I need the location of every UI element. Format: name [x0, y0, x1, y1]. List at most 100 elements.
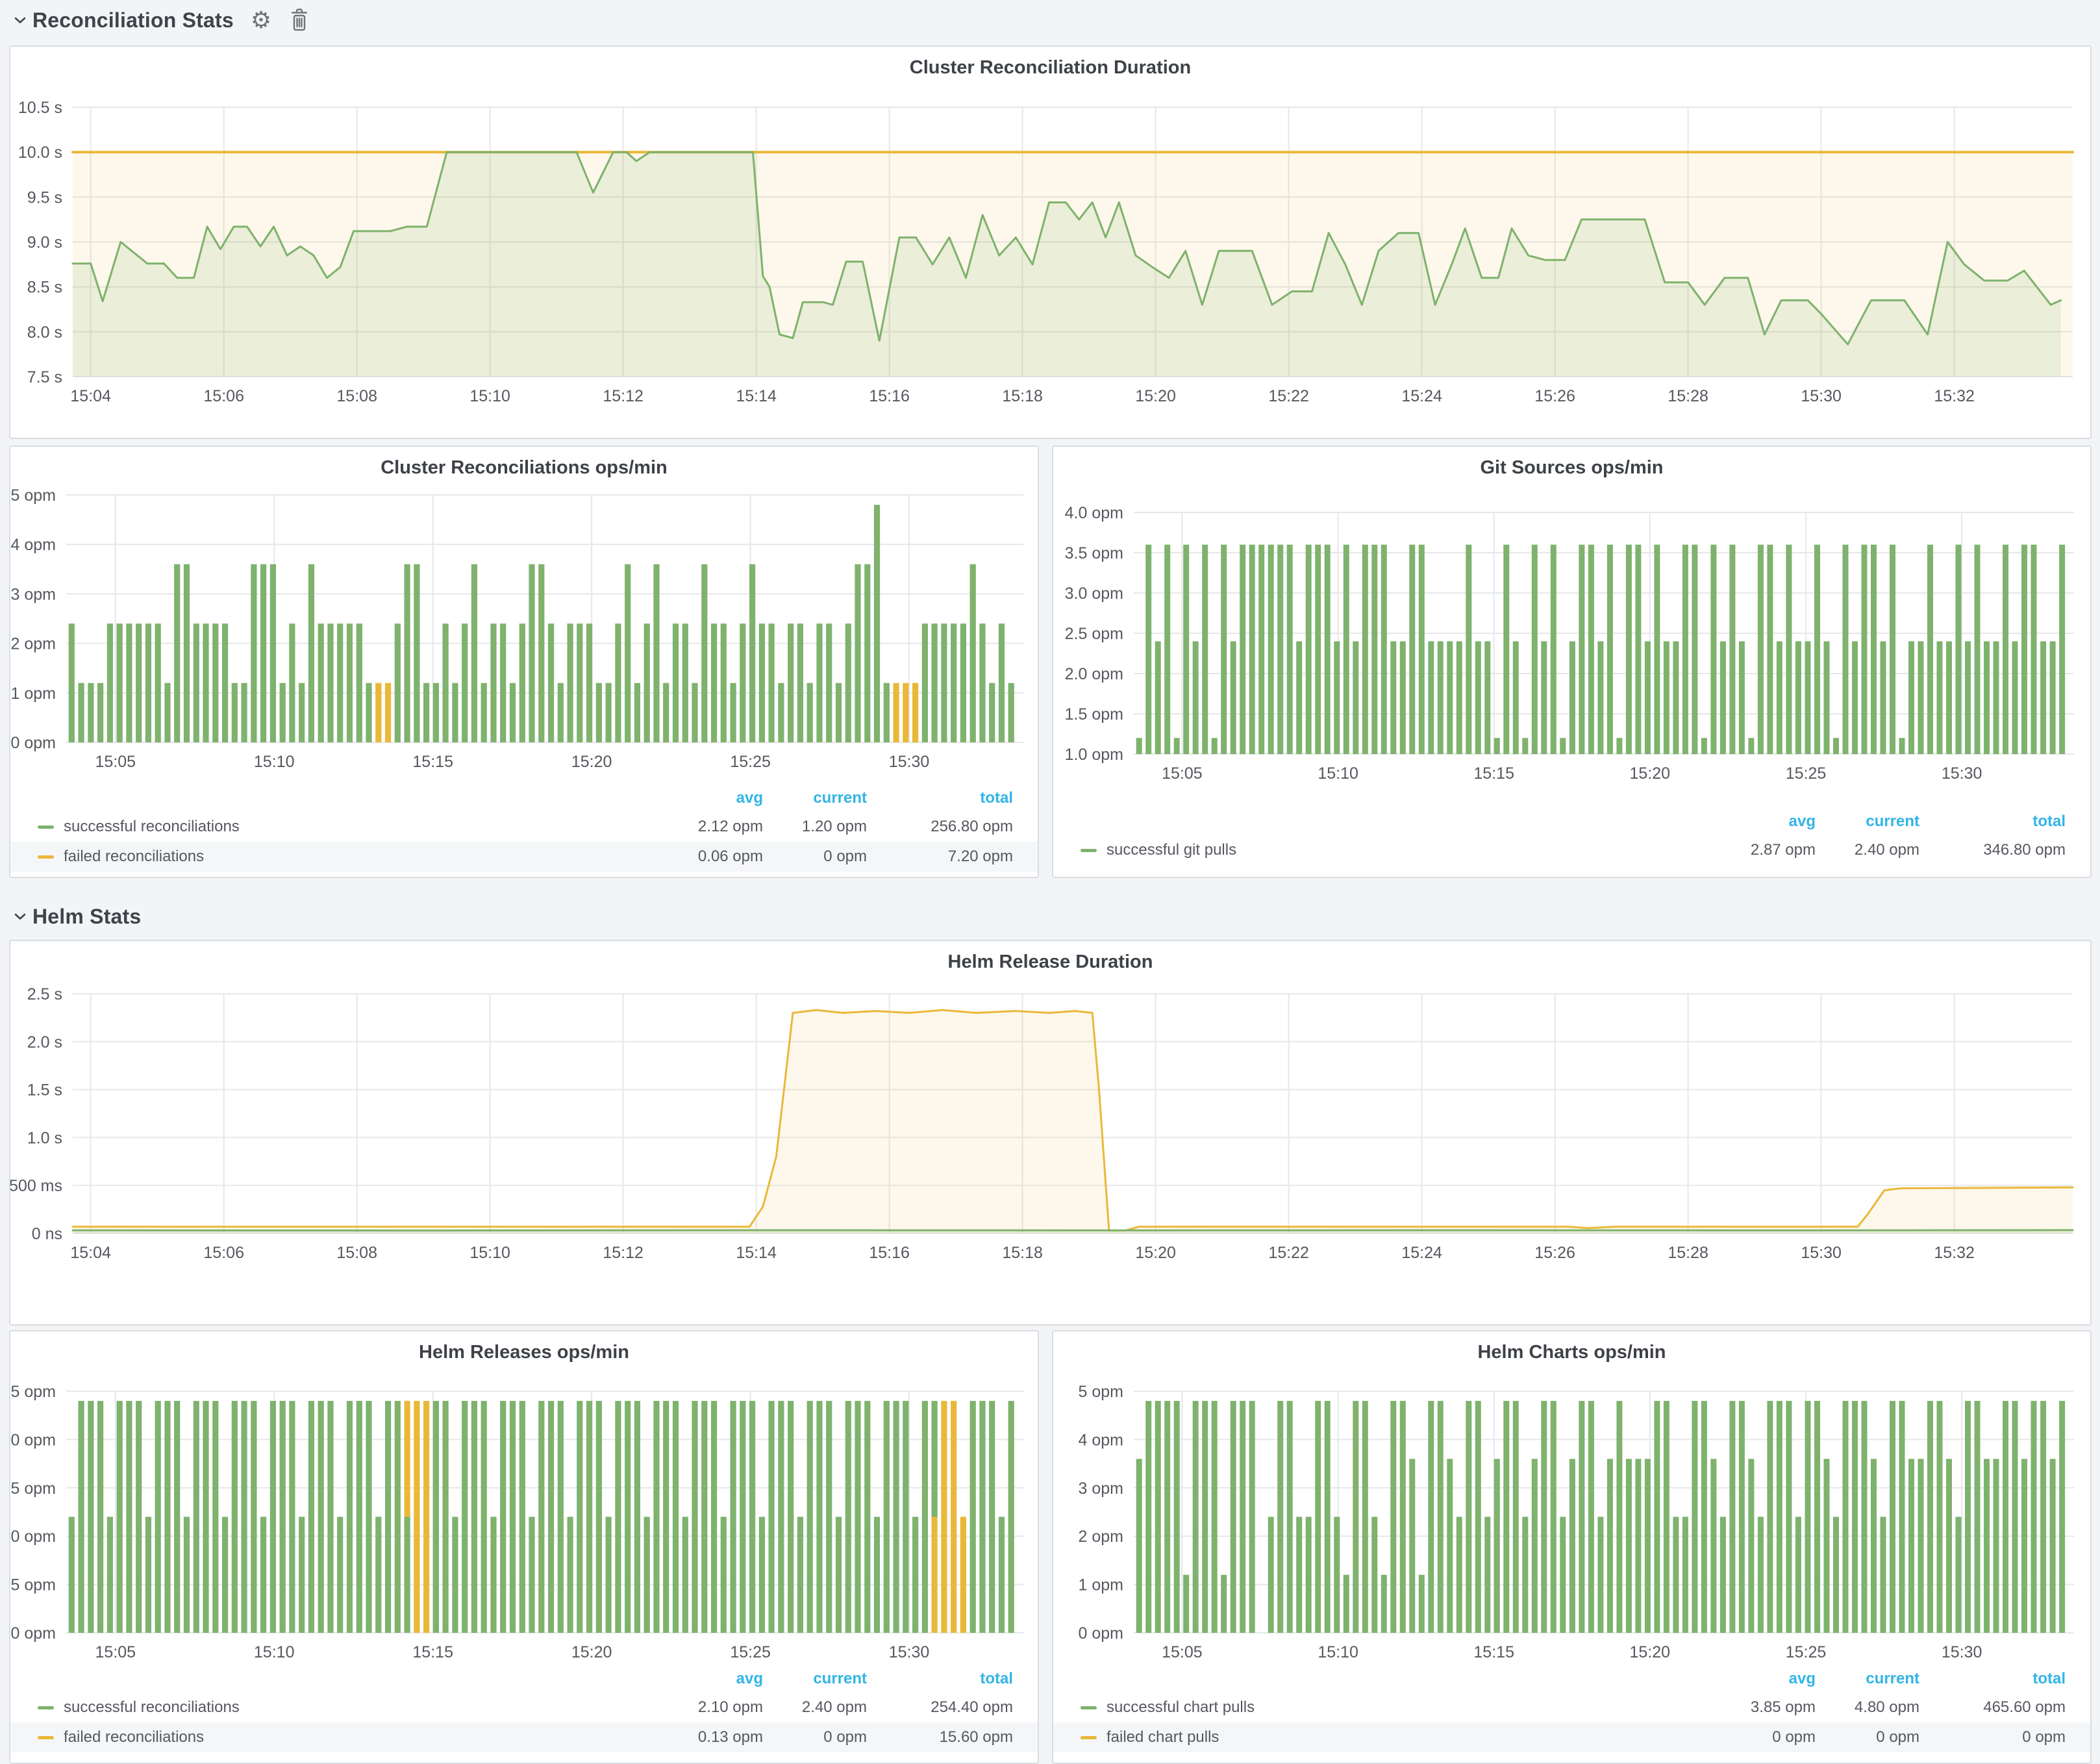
legend-header-current[interactable]: current	[1816, 1670, 1919, 1688]
panel-title[interactable]: Helm Charts ops/min	[1053, 1342, 2090, 1363]
cluster-reconciliation-duration-chart[interactable]: 10.5 s10.0 s9.5 s9.0 s8.5 s8.0 s7.5 s15:…	[10, 47, 2090, 438]
svg-text:2 opm: 2 opm	[11, 635, 56, 653]
legend-row: failed reconciliations0.13 opm0 opm15.60…	[10, 1722, 1038, 1752]
series-avg: 0.13 opm	[659, 1728, 763, 1746]
series-avg: 2.12 opm	[659, 818, 763, 836]
svg-text:15:08: 15:08	[336, 1244, 377, 1262]
svg-text:15:16: 15:16	[869, 1244, 910, 1262]
svg-text:1.5 s: 1.5 s	[27, 1081, 62, 1100]
svg-text:8.5 s: 8.5 s	[27, 279, 62, 297]
panel-title[interactable]: Helm Release Duration	[10, 951, 2090, 973]
svg-text:15:26: 15:26	[1534, 1244, 1575, 1262]
legend-header-avg[interactable]: avg	[659, 1670, 763, 1688]
legend-row: successful reconciliations2.12 opm1.20 o…	[10, 812, 1038, 842]
svg-text:15:18: 15:18	[1002, 387, 1043, 405]
svg-text:15:22: 15:22	[1268, 1244, 1309, 1262]
svg-text:2.5 s: 2.5 s	[27, 985, 62, 1003]
legend-row: successful chart pulls3.85 opm4.80 opm46…	[1053, 1693, 2090, 1722]
helm-release-duration-chart[interactable]: 2.5 s2.0 s1.5 s1.0 s500 ms0 ns15:0415:06…	[10, 941, 2090, 1324]
svg-text:15:14: 15:14	[736, 1244, 777, 1262]
legend-header-total[interactable]: total	[1919, 813, 2066, 831]
legend-header-total[interactable]: total	[867, 789, 1013, 807]
gear-icon[interactable]: ⚙	[251, 8, 271, 32]
series-current: 0 opm	[1816, 1728, 1919, 1746]
helm-releases-bar-chart[interactable]: 2.5 opm2.0 opm1.5 opm1.0 opm0.5 opm0 opm…	[10, 1331, 1038, 1664]
row-header-reconciliation-stats[interactable]: Reconciliation Stats ⚙	[14, 0, 310, 40]
svg-text:4.0 opm: 4.0 opm	[1065, 504, 1123, 522]
legend-row: failed reconciliations0.06 opm0 opm7.20 …	[10, 842, 1038, 872]
legend-header-avg[interactable]: avg	[1712, 813, 1816, 831]
cluster-reconciliations-bar-chart[interactable]: 5 opm4 opm3 opm2 opm1 opm0 opm15:0515:10…	[10, 447, 1038, 778]
legend-helm-charts: avgcurrenttotal successful chart pulls3.8…	[1053, 1665, 2090, 1752]
svg-text:2 opm: 2 opm	[1079, 1528, 1123, 1546]
svg-text:15:14: 15:14	[736, 387, 777, 405]
svg-text:15:08: 15:08	[336, 387, 377, 405]
svg-text:9.0 s: 9.0 s	[27, 234, 62, 252]
legend-header-row: avgcurrenttotal	[10, 1665, 1038, 1693]
series-label[interactable]: successful reconciliations	[64, 1698, 240, 1717]
svg-text:0 opm: 0 opm	[11, 1624, 56, 1643]
legend-header-avg[interactable]: avg	[659, 789, 763, 807]
legend-header-current[interactable]: current	[1816, 813, 1919, 831]
svg-text:15:12: 15:12	[603, 1244, 644, 1262]
svg-text:15:25: 15:25	[730, 1643, 771, 1661]
helm-charts-bar-chart[interactable]: 5 opm4 opm3 opm2 opm1 opm0 opm15:0515:10…	[1053, 1331, 2090, 1664]
svg-text:4 opm: 4 opm	[1079, 1431, 1123, 1449]
legend-row: successful git pulls2.87 opm2.40 opm346.…	[1053, 835, 2090, 865]
series-current: 4.80 opm	[1816, 1698, 1919, 1717]
svg-text:15:20: 15:20	[1135, 387, 1176, 405]
legend-helm-releases: avgcurrenttotal successful reconciliation…	[10, 1665, 1038, 1752]
series-current: 2.40 opm	[1816, 841, 1919, 859]
panel-title[interactable]: Cluster Reconciliations ops/min	[10, 457, 1038, 479]
svg-text:15:30: 15:30	[1942, 1643, 1982, 1661]
series-label[interactable]: successful chart pulls	[1106, 1698, 1255, 1717]
svg-text:2.5 opm: 2.5 opm	[10, 1383, 56, 1401]
legend-header-avg[interactable]: avg	[1712, 1670, 1816, 1688]
series-label[interactable]: failed chart pulls	[1106, 1728, 1219, 1746]
series-total: 465.60 opm	[1919, 1698, 2066, 1717]
svg-text:15:24: 15:24	[1401, 387, 1442, 405]
legend-header-row: avgcurrenttotal	[1053, 808, 2090, 835]
series-label[interactable]: failed reconciliations	[64, 1728, 204, 1746]
series-label[interactable]: successful git pulls	[1106, 841, 1236, 859]
panel-title[interactable]: Git Sources ops/min	[1053, 457, 2090, 479]
git-sources-bar-chart[interactable]: 4.0 opm3.5 opm3.0 opm2.5 opm2.0 opm1.5 o…	[1053, 447, 2090, 791]
panel-title[interactable]: Cluster Reconciliation Duration	[10, 57, 2090, 79]
svg-text:1.0 s: 1.0 s	[27, 1129, 62, 1147]
section-title[interactable]: Reconciliation Stats	[32, 8, 234, 32]
series-color-dash	[1081, 1736, 1097, 1739]
series-total: 346.80 opm	[1919, 841, 2066, 859]
row-header-helm-stats[interactable]: Helm Stats	[14, 898, 141, 935]
svg-text:15:25: 15:25	[1786, 1643, 1827, 1661]
svg-text:15:20: 15:20	[1630, 764, 1671, 783]
svg-text:15:16: 15:16	[869, 387, 910, 405]
svg-text:15:18: 15:18	[1002, 1244, 1043, 1262]
svg-text:3.0 opm: 3.0 opm	[1065, 585, 1123, 603]
svg-text:15:30: 15:30	[1801, 387, 1842, 405]
svg-text:1.5 opm: 1.5 opm	[1065, 705, 1123, 724]
svg-text:15:12: 15:12	[603, 387, 644, 405]
svg-text:15:05: 15:05	[1162, 764, 1203, 783]
legend-header-total[interactable]: total	[867, 1670, 1013, 1688]
svg-text:7.5 s: 7.5 s	[27, 368, 62, 386]
trash-icon[interactable]	[288, 8, 310, 32]
series-color-dash	[38, 1736, 54, 1739]
svg-text:1 opm: 1 opm	[11, 685, 56, 703]
panel-cluster-reconciliations-opm: Cluster Reconciliations ops/min 5 opm4 o…	[9, 446, 1039, 878]
section-title[interactable]: Helm Stats	[32, 905, 141, 929]
series-label[interactable]: failed reconciliations	[64, 848, 204, 866]
legend-header-current[interactable]: current	[763, 1670, 867, 1688]
svg-text:9.5 s: 9.5 s	[27, 188, 62, 207]
svg-text:15:04: 15:04	[70, 387, 111, 405]
svg-text:15:10: 15:10	[469, 387, 510, 405]
panel-title[interactable]: Helm Releases ops/min	[10, 1342, 1038, 1363]
legend-header-current[interactable]: current	[763, 789, 867, 807]
legend-header-total[interactable]: total	[1919, 1670, 2066, 1688]
series-avg: 2.10 opm	[659, 1698, 763, 1717]
svg-text:1.5 opm: 1.5 opm	[10, 1480, 56, 1498]
series-label[interactable]: successful reconciliations	[64, 818, 240, 836]
series-current: 0 opm	[763, 848, 867, 866]
svg-text:15:10: 15:10	[254, 1643, 295, 1661]
svg-text:15:28: 15:28	[1668, 1244, 1708, 1262]
svg-text:15:20: 15:20	[571, 753, 612, 771]
